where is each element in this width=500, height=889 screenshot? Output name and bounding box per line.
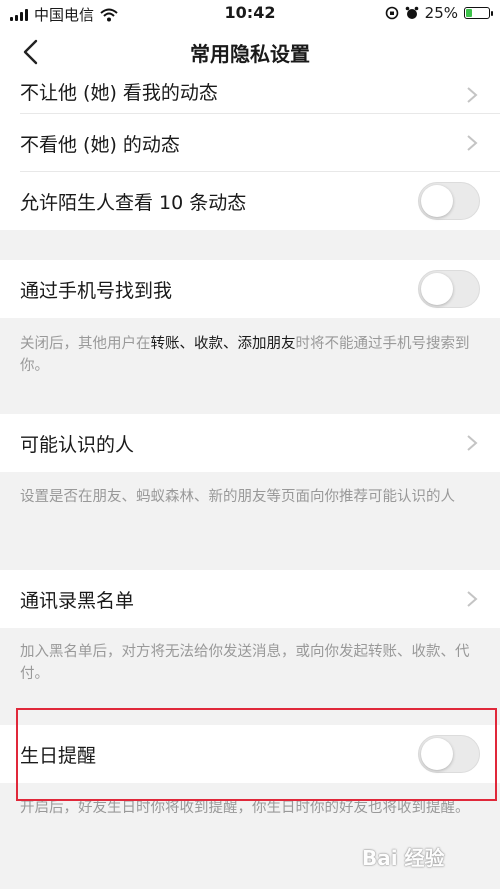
birthday-note: 开启后，好友生日时你将收到提醒，你生日时你的好友也将收到提醒。 <box>20 800 470 816</box>
row-label: 可能认识的人 <box>20 434 135 456</box>
note-highlight: 转账、收款、添加朋友 <box>150 336 296 352</box>
row-people-you-may-know[interactable]: 可能认识的人 <box>0 414 500 472</box>
row-strangers-view: 允许陌生人查看 10 条动态 <box>0 172 500 230</box>
status-right: 25% <box>385 4 493 22</box>
find-by-phone-note: 关闭后，其他用户在转账、收款、添加朋友时将不能通过手机号搜索到你。 <box>20 333 484 377</box>
battery-percent: 25% <box>424 4 458 22</box>
page-title: 常用隐私设置 <box>190 42 310 66</box>
lock-rotation-icon <box>385 6 398 20</box>
toggle-knob <box>421 738 453 770</box>
chevron-right-icon <box>467 435 478 451</box>
strangers-view-toggle[interactable] <box>418 182 480 220</box>
row-not-view-moments[interactable]: 不看他 (她) 的动态 <box>0 114 500 172</box>
watermark-text: Bai 经验 <box>362 846 445 870</box>
toggle-knob <box>421 185 453 217</box>
row-hide-moments[interactable]: 不让他 (她) 看我的动态 <box>0 78 500 114</box>
toggle-knob <box>421 273 453 305</box>
find-by-phone-toggle[interactable] <box>418 270 480 308</box>
row-label: 不让他 (她) 看我的动态 <box>20 82 218 104</box>
note-text: 关闭后，其他用户在 <box>20 336 151 352</box>
birthday-reminder-toggle[interactable] <box>418 735 480 773</box>
row-contacts-blacklist[interactable]: 通讯录黑名单 <box>0 570 500 628</box>
people-you-may-know-note: 设置是否在朋友、蚂蚁森林、新的朋友等页面向你推荐可能认识的人 <box>20 489 455 505</box>
blacklist-note: 加入黑名单后，对方将无法给你发送消息，或向你发起转账、收款、代付。 <box>20 644 470 682</box>
row-find-by-phone: 通过手机号找到我 <box>0 260 500 318</box>
row-label: 不看他 (她) 的动态 <box>20 134 180 156</box>
battery-icon <box>464 7 493 19</box>
chevron-right-icon <box>467 135 478 151</box>
alarm-icon <box>405 6 418 19</box>
chevron-right-icon <box>467 87 478 103</box>
battery-fill <box>466 9 472 17</box>
row-label: 通过手机号找到我 <box>20 280 173 302</box>
nav-bar: 常用隐私设置 <box>0 26 500 78</box>
row-label: 允许陌生人查看 10 条动态 <box>20 192 247 214</box>
chevron-right-icon <box>467 591 478 607</box>
status-bar: 中国电信 10:42 25% <box>0 0 500 26</box>
row-label: 生日提醒 <box>20 745 97 767</box>
row-birthday-reminder: 生日提醒 <box>0 725 500 783</box>
row-label: 通讯录黑名单 <box>20 590 135 612</box>
